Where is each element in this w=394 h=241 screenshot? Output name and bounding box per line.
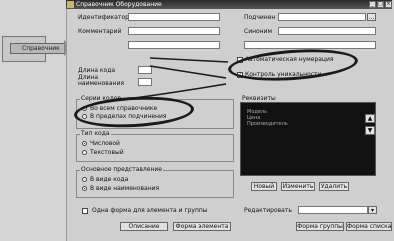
pointer-arrow-three bbox=[119, 83, 227, 101]
pointer-arrow-two bbox=[149, 65, 227, 79]
pointer-arrows bbox=[119, 57, 229, 101]
pointer-arrow-one bbox=[149, 57, 229, 63]
